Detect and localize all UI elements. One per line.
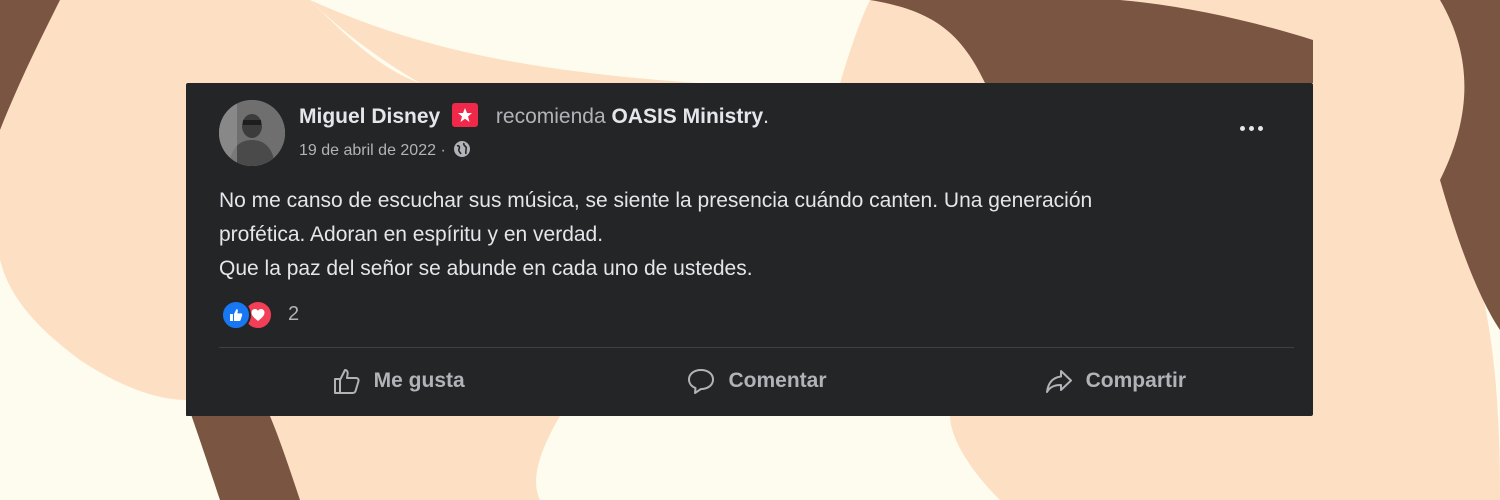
bottom-light-blob	[270, 416, 560, 500]
post-date[interactable]: 19 de abril de 2022 ·	[299, 142, 446, 159]
more-options-icon[interactable]	[1239, 119, 1269, 139]
page-name-link[interactable]: OASIS Ministry	[611, 105, 763, 128]
recommendation-star-icon	[452, 103, 479, 127]
comment-button[interactable]: Comentar	[577, 358, 935, 404]
reaction-count: 2	[288, 303, 300, 325]
recommendation-action-text: recomienda	[495, 105, 606, 128]
share-button[interactable]: Compartir	[936, 358, 1294, 404]
actions-divider	[219, 347, 1294, 348]
like-button-label: Me gusta	[373, 369, 465, 392]
share-arrow-icon	[1044, 367, 1074, 395]
post-actions-bar: Me gusta Comentar Compartir	[219, 358, 1294, 404]
like-button[interactable]: Me gusta	[219, 358, 577, 404]
post-card: Miguel Disney recomienda OASIS Ministry.…	[186, 83, 1313, 416]
globe-icon	[453, 140, 471, 163]
post-body-line: Que la paz del señor se abunde en cada u…	[219, 257, 753, 280]
post-meta: 19 de abril de 2022 ·	[299, 140, 471, 163]
post-body-line: profética. Adoran en espíritu y en verda…	[219, 223, 604, 246]
post-body: No me canso de escuchar sus música, se s…	[219, 184, 1279, 286]
header-period: .	[763, 105, 770, 128]
avatar-photo-icon	[219, 100, 285, 166]
like-reaction-icon	[221, 300, 251, 330]
post-body-line: No me canso de escuchar sus música, se s…	[219, 189, 1093, 212]
author-name[interactable]: Miguel Disney	[299, 105, 440, 128]
comment-button-label: Comentar	[728, 369, 827, 392]
comment-bubble-icon	[686, 367, 716, 395]
share-button-label: Compartir	[1085, 369, 1186, 392]
thumbs-up-icon	[332, 367, 362, 395]
post-header: Miguel Disney recomienda OASIS Ministry.	[299, 103, 769, 129]
author-avatar[interactable]	[219, 100, 285, 166]
